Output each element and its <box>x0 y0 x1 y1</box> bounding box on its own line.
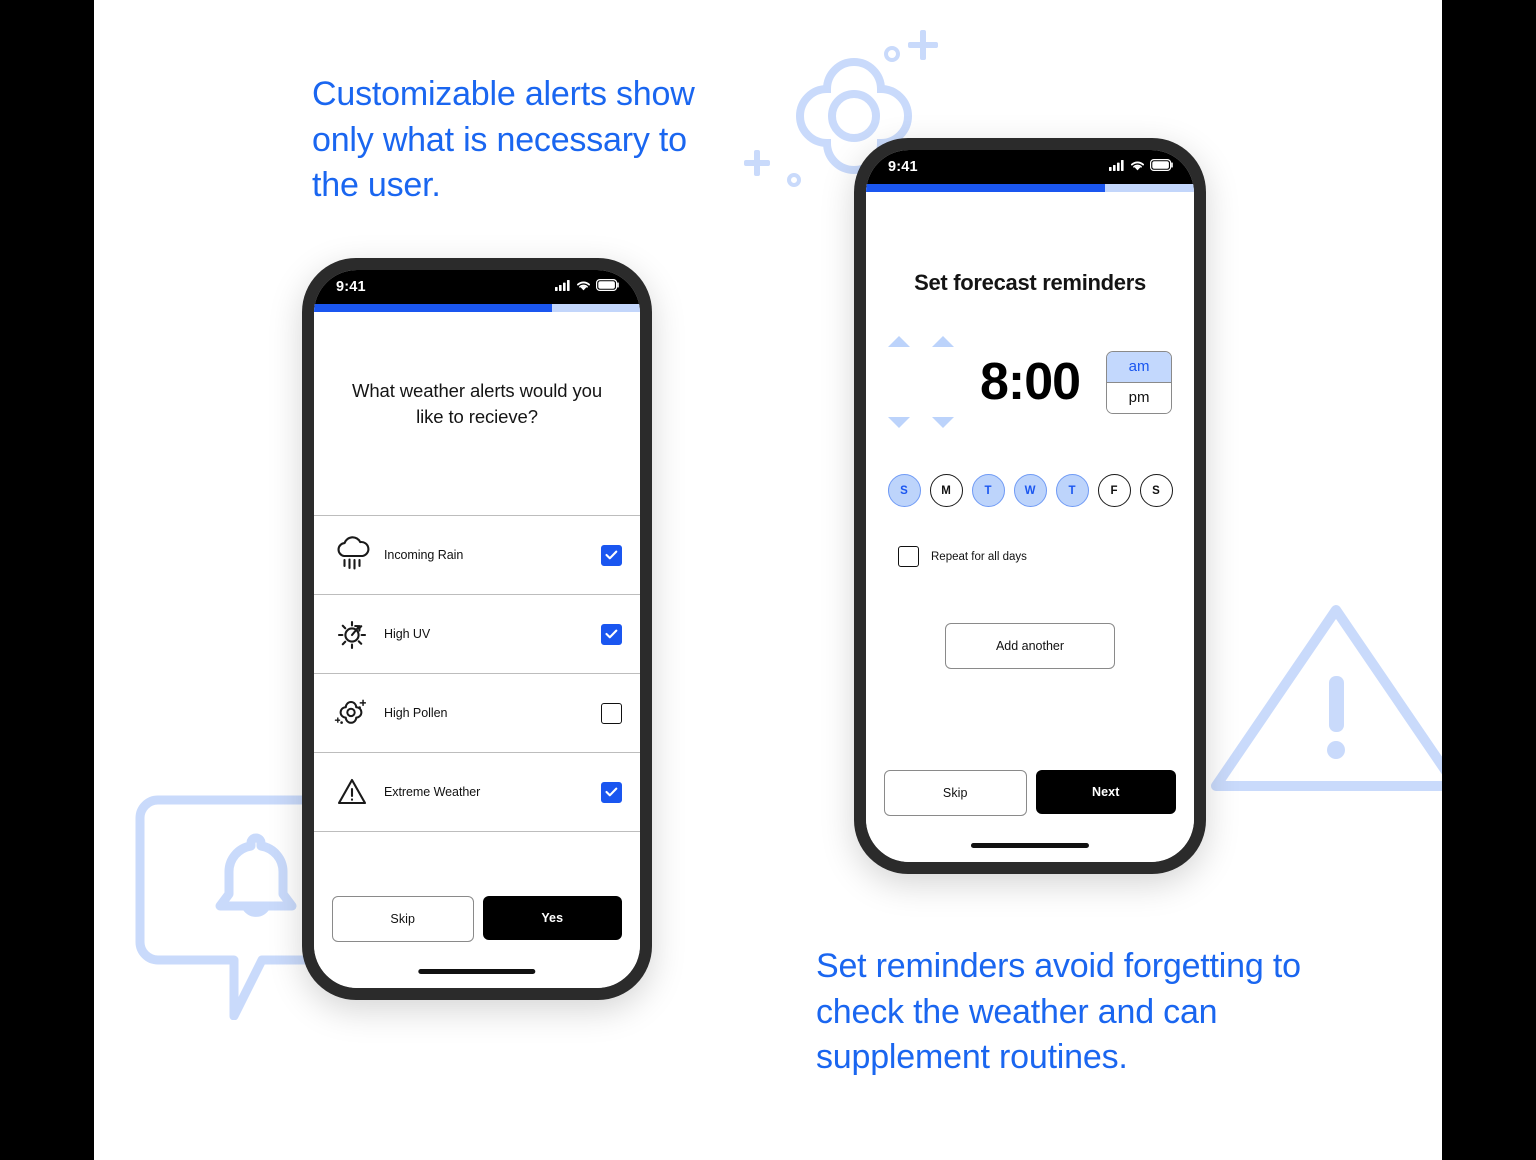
minute-decrement-icon[interactable] <box>931 417 954 428</box>
alerts-question: What weather alerts would you like to re… <box>351 380 603 428</box>
sun-uv-icon <box>330 611 376 657</box>
signal-icon <box>555 278 571 296</box>
add-another-button[interactable]: Add another <box>945 623 1115 669</box>
status-bar: 9:41 <box>866 150 1194 184</box>
repeat-label: Repeat for all days <box>931 550 1027 563</box>
phone-right-action-buttons: Skip Next <box>884 770 1176 816</box>
phone-left-action-buttons: Skip Yes <box>332 896 622 942</box>
repeat-checkbox[interactable] <box>898 546 919 567</box>
add-another-wrap: Add another <box>866 567 1194 669</box>
skip-button[interactable]: Skip <box>332 896 474 942</box>
repeat-all-days-row[interactable]: Repeat for all days <box>866 507 1194 567</box>
alert-label: Incoming Rain <box>384 548 464 562</box>
minute-increment-icon[interactable] <box>931 336 954 347</box>
warning-triangle-decoration <box>1204 590 1442 815</box>
caption-left-headline: Customizable alerts show only what is ne… <box>312 75 695 205</box>
onboarding-progress-bar <box>314 304 640 312</box>
day-selector: S M T W T F S <box>866 428 1194 507</box>
hour-decrement-icon[interactable] <box>887 417 910 428</box>
time-display[interactable]: 8:00 <box>980 354 1081 410</box>
time-picker: 8:00 am pm <box>866 296 1194 428</box>
status-bar: 9:41 <box>314 270 640 304</box>
warning-triangle-icon <box>330 769 376 815</box>
day-toggle-tuesday[interactable]: T <box>971 474 1005 507</box>
stage: Customizable alerts show only what is ne… <box>94 0 1442 1160</box>
phone-right-screen: 9:41 Set forecast reminders 8:00 am pm S… <box>866 150 1194 862</box>
day-toggle-wednesday[interactable]: W <box>1013 474 1047 507</box>
meridiem-option-am[interactable]: am <box>1107 351 1172 383</box>
day-toggle-thursday[interactable]: T <box>1055 474 1089 507</box>
status-bar-clock: 9:41 <box>336 279 366 295</box>
phone-left-screen: 9:41 What weather alerts would you like … <box>314 270 640 988</box>
alert-row-high-pollen[interactable]: High Pollen <box>314 674 640 753</box>
wifi-icon <box>1130 158 1145 176</box>
battery-icon <box>596 278 620 296</box>
phone-left-body: What weather alerts would you like to re… <box>314 312 640 988</box>
phone-left-alerts: 9:41 What weather alerts would you like … <box>302 258 652 1000</box>
meridiem-selector[interactable]: am pm <box>1106 350 1173 414</box>
page-title: Set forecast reminders <box>914 270 1146 295</box>
battery-icon <box>1150 158 1174 176</box>
alert-checkbox[interactable] <box>601 623 622 645</box>
alert-row-extreme-weather[interactable]: Extreme Weather <box>314 753 640 832</box>
signal-icon <box>1109 158 1125 176</box>
hour-increment-icon[interactable] <box>887 336 910 347</box>
hour-stepper[interactable] <box>887 336 910 428</box>
alert-label: Extreme Weather <box>384 785 481 799</box>
skip-button[interactable]: Skip <box>884 770 1027 816</box>
wifi-icon <box>576 278 591 296</box>
alert-checkbox[interactable] <box>601 544 622 566</box>
alert-label: High Pollen <box>384 706 448 720</box>
pollen-flower-icon <box>330 690 376 736</box>
phone-right-body: Set forecast reminders 8:00 am pm S M T … <box>866 192 1194 862</box>
canvas: Customizable alerts show only what is ne… <box>0 0 1536 1160</box>
alert-row-incoming-rain[interactable]: Incoming Rain <box>314 516 640 595</box>
next-button[interactable]: Next <box>1035 770 1176 814</box>
day-toggle-sunday[interactable]: S <box>887 474 921 507</box>
day-toggle-saturday[interactable]: S <box>1139 474 1173 507</box>
status-bar-clock: 9:41 <box>888 159 918 175</box>
alert-checkbox[interactable] <box>601 781 622 803</box>
minute-stepper[interactable] <box>931 336 954 428</box>
onboarding-progress-bar <box>866 184 1194 192</box>
alert-label: High UV <box>384 627 431 641</box>
alert-checkbox[interactable] <box>601 702 622 724</box>
time-spinners <box>887 336 954 428</box>
rain-cloud-icon <box>330 532 376 578</box>
caption-right-headline: Set reminders avoid forgetting to check … <box>816 947 1301 1077</box>
progress-fill <box>314 304 552 312</box>
meridiem-option-pm[interactable]: pm <box>1107 382 1172 413</box>
home-indicator <box>418 969 536 974</box>
home-indicator <box>970 843 1090 848</box>
notch <box>957 150 1103 175</box>
yes-button[interactable]: Yes <box>482 896 622 940</box>
notch <box>405 270 549 295</box>
alert-options-list: Incoming Rain High UV High Pollen Extrem… <box>314 515 640 832</box>
phone-right-reminders: 9:41 Set forecast reminders 8:00 am pm S… <box>854 138 1206 874</box>
day-toggle-friday[interactable]: F <box>1097 474 1131 507</box>
day-toggle-monday[interactable]: M <box>929 474 963 507</box>
alert-row-high-uv[interactable]: High UV <box>314 595 640 674</box>
progress-fill <box>866 184 1106 192</box>
